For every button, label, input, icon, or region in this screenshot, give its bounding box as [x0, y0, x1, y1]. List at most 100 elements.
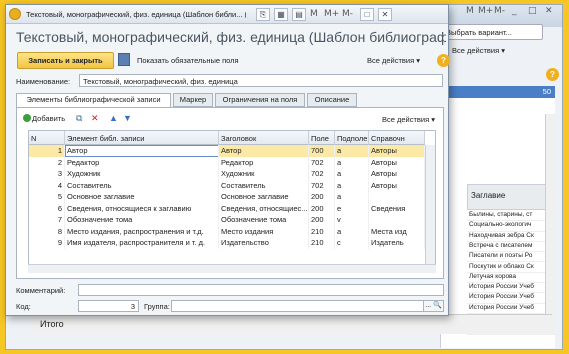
row-subfield[interactable]: e	[335, 202, 369, 214]
tab-elements[interactable]: Элементы библиографической записи	[16, 93, 171, 108]
group-input[interactable]	[171, 300, 435, 312]
close-icon[interactable]: ✕	[378, 8, 392, 21]
memory-button[interactable]: M	[466, 6, 474, 16]
background-list-item[interactable]: Писатели и поэты Ро	[467, 252, 555, 263]
row-title[interactable]: Обозначение тома	[219, 214, 309, 226]
row-reference[interactable]: Авторы	[369, 168, 425, 180]
memory-minus-button[interactable]: M-	[494, 6, 505, 16]
save-and-close-button[interactable]: Записать и закрыть	[17, 52, 114, 69]
col-header-n[interactable]: N	[29, 131, 65, 145]
col-header-element[interactable]: Элемент библ. записи	[65, 131, 219, 145]
row-subfield[interactable]: v	[335, 214, 369, 226]
row-field[interactable]: 200	[309, 202, 335, 214]
row-subfield[interactable]: a	[335, 168, 369, 180]
row-reference[interactable]: Сведения	[369, 202, 425, 214]
row-reference[interactable]: Авторы	[369, 179, 425, 191]
select-variant-button[interactable]: Выбрать вариант...	[441, 24, 543, 40]
elements-table[interactable]: N Элемент библ. записи Заголовок Поле По…	[28, 130, 436, 272]
row-title[interactable]: Художник	[219, 168, 309, 180]
row-number[interactable]: 3	[29, 168, 65, 180]
background-list-item[interactable]: Социально-экологич	[467, 221, 555, 232]
row-number[interactable]: 1	[29, 145, 65, 157]
background-list-item[interactable]: История России Учеб	[467, 283, 555, 294]
row-subfield[interactable]: a	[335, 156, 369, 168]
group-select-button[interactable]: ... 🔍	[423, 300, 444, 312]
background-list-item[interactable]: Летучая корова	[467, 273, 555, 284]
row-number[interactable]: 9	[29, 237, 65, 249]
background-col-header[interactable]: Заглавие	[467, 184, 555, 210]
add-icon[interactable]	[23, 114, 31, 122]
row-subfield[interactable]: a	[335, 145, 369, 157]
move-up-icon[interactable]: ▲	[109, 113, 118, 123]
tab-description[interactable]: Описание	[307, 93, 357, 107]
tab-restrictions[interactable]: Ограничения на поля	[215, 93, 305, 107]
row-element[interactable]: Обозначение тома	[65, 214, 219, 226]
memory-minus-button[interactable]: M-	[342, 9, 353, 19]
row-element[interactable]: Место издания, распространения и т.д.	[65, 225, 219, 237]
calendar-icon[interactable]: ▦	[274, 8, 288, 21]
row-reference[interactable]	[369, 214, 425, 226]
row-reference[interactable]: Издатель	[369, 237, 425, 249]
row-number[interactable]: 4	[29, 179, 65, 191]
background-list-item[interactable]: История России Учеб	[467, 293, 555, 304]
background-list-item[interactable]: Встреча с писателем	[467, 242, 555, 253]
row-title[interactable]: Издательство	[219, 237, 309, 249]
memory-plus-button[interactable]: M+	[478, 6, 493, 16]
background-list-item[interactable]: Поскутик и облако Ск	[467, 263, 555, 273]
save-icon[interactable]	[118, 53, 130, 66]
row-title[interactable]: Сведения, относящиес...	[219, 202, 309, 214]
row-element[interactable]: Художник	[65, 168, 219, 180]
row-subfield[interactable]: c	[335, 237, 369, 249]
row-title[interactable]: Место издания	[219, 225, 309, 237]
row-field[interactable]: 702	[309, 168, 335, 180]
row-reference[interactable]: Авторы	[369, 156, 425, 168]
row-field[interactable]: 702	[309, 179, 335, 191]
calculator-icon[interactable]: ▤	[292, 8, 306, 21]
row-field[interactable]: 210	[309, 225, 335, 237]
delete-icon[interactable]: ✕	[91, 113, 99, 124]
background-selected-row[interactable]: 50	[440, 86, 555, 98]
move-down-icon[interactable]: ▼	[123, 113, 132, 123]
help-icon[interactable]: ?	[437, 54, 450, 67]
add-button[interactable]: Добавить	[32, 114, 65, 123]
row-number[interactable]: 2	[29, 156, 65, 168]
copy-icon[interactable]: ⎘	[256, 8, 270, 21]
row-number[interactable]: 6	[29, 202, 65, 214]
row-field[interactable]: 200	[309, 214, 335, 226]
table-all-actions-button[interactable]: Все действия ▾	[382, 115, 435, 124]
background-list-item[interactable]: История России Учеб	[467, 304, 555, 314]
row-title[interactable]: Составитель	[219, 179, 309, 191]
memory-button[interactable]: M	[310, 9, 318, 19]
show-required-button[interactable]: Показать обязательные поля	[137, 56, 239, 65]
row-field[interactable]: 702	[309, 156, 335, 168]
col-header-title[interactable]: Заголовок	[219, 131, 309, 145]
row-subfield[interactable]: a	[335, 179, 369, 191]
background-list-item[interactable]: Находчивая зебра Ск	[467, 232, 555, 242]
copy-row-icon[interactable]: ⧉	[76, 113, 82, 124]
row-element[interactable]: Редактор	[65, 156, 219, 168]
background-scrollbar[interactable]	[545, 114, 555, 334]
col-header-subfield[interactable]: Подполе	[335, 131, 369, 145]
row-reference[interactable]	[369, 191, 425, 203]
name-input[interactable]: Текстовый, монографический, физ. единица	[79, 74, 443, 87]
row-field[interactable]: 700	[309, 145, 335, 157]
comment-input[interactable]	[78, 284, 444, 296]
col-header-field[interactable]: Поле	[309, 131, 335, 145]
row-number[interactable]: 8	[29, 225, 65, 237]
row-number[interactable]: 5	[29, 191, 65, 203]
background-list-item[interactable]: Былины, старины, ст	[467, 211, 555, 222]
row-title[interactable]: Автор	[219, 145, 309, 157]
row-field[interactable]: 210	[309, 237, 335, 249]
row-element[interactable]: Основное заглавие	[65, 191, 219, 203]
all-actions-button[interactable]: Все действия ▾	[367, 56, 420, 65]
table-horizontal-scrollbar[interactable]	[28, 264, 436, 273]
window-icon[interactable]: □	[360, 8, 374, 21]
table-vertical-scrollbar[interactable]	[425, 145, 435, 271]
row-element[interactable]: Составитель	[65, 179, 219, 191]
tab-marker[interactable]: Маркер	[173, 93, 213, 107]
row-subfield[interactable]: a	[335, 191, 369, 203]
row-number[interactable]: 7	[29, 214, 65, 226]
col-header-reference[interactable]: Справочн	[369, 131, 425, 145]
row-element[interactable]: Имя издателя, распространителя и т. д.	[65, 237, 219, 249]
row-reference[interactable]: Авторы	[369, 145, 425, 157]
